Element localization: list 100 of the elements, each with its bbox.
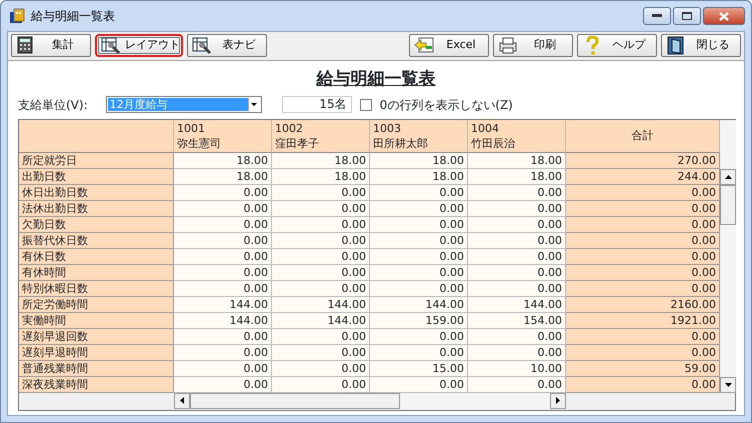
table-cell: 144.00 bbox=[174, 296, 272, 312]
toolbar-button[interactable]: Excel bbox=[409, 34, 489, 57]
table-cell: 0.00 bbox=[468, 376, 566, 392]
dropdown-caret-icon bbox=[251, 102, 258, 106]
maximize-icon bbox=[682, 12, 692, 20]
total-cell: 59.00 bbox=[566, 360, 720, 376]
table-cell: 0.00 bbox=[174, 248, 272, 264]
table-cell: 0.00 bbox=[272, 344, 370, 360]
total-cell: 0.00 bbox=[566, 200, 720, 216]
close-icon bbox=[719, 12, 729, 20]
table-cell: 0.00 bbox=[468, 184, 566, 200]
table-wrench-icon bbox=[101, 36, 121, 55]
total-cell: 244.00 bbox=[566, 168, 720, 184]
table-cell: 144.00 bbox=[174, 312, 272, 328]
scroll-up-button[interactable] bbox=[720, 168, 736, 184]
table-cell: 10.00 bbox=[468, 360, 566, 376]
table-cell: 0.00 bbox=[468, 280, 566, 296]
toolbar-button[interactable]: 表ナビ bbox=[187, 34, 267, 57]
toolbar-button[interactable]: ヘルプ bbox=[577, 34, 657, 57]
table-cell: 0.00 bbox=[272, 200, 370, 216]
table-cell: 0.00 bbox=[370, 344, 468, 360]
export-arrow-icon bbox=[414, 36, 434, 55]
row-label: 振替代休日数 bbox=[19, 232, 174, 248]
table-cell: 0.00 bbox=[370, 328, 468, 344]
row-label: 出勤日数 bbox=[19, 168, 174, 184]
toolbar-button[interactable]: レイアウト bbox=[95, 34, 183, 57]
app-icon bbox=[9, 8, 25, 24]
row-label: 欠勤日数 bbox=[19, 216, 174, 232]
table-cell: 0.00 bbox=[272, 264, 370, 280]
scroll-thumb[interactable] bbox=[190, 392, 400, 408]
printer-icon bbox=[498, 36, 518, 55]
total-cell: 0.00 bbox=[566, 328, 720, 344]
total-cell: 0.00 bbox=[566, 376, 720, 392]
table-cell: 144.00 bbox=[272, 312, 370, 328]
row-label: 有休時間 bbox=[19, 264, 174, 280]
table-cell: 0.00 bbox=[468, 232, 566, 248]
minimize-button[interactable] bbox=[643, 7, 671, 25]
table-cell: 0.00 bbox=[468, 216, 566, 232]
table-cell: 0.00 bbox=[272, 360, 370, 376]
down-arrow-icon bbox=[724, 382, 732, 386]
total-cell: 0.00 bbox=[566, 344, 720, 360]
vertical-scrollbar[interactable] bbox=[720, 120, 736, 392]
table-cell: 15.00 bbox=[370, 360, 468, 376]
report-title: 給与明細一覧表 bbox=[315, 68, 436, 91]
row-label: 普通残業時間 bbox=[19, 360, 174, 376]
table-cell: 154.00 bbox=[468, 312, 566, 328]
row-label: 特別休暇日数 bbox=[19, 280, 174, 296]
right-arrow-icon bbox=[556, 397, 560, 404]
column-header: 合計 bbox=[566, 120, 720, 152]
table-cell: 0.00 bbox=[174, 216, 272, 232]
scroll-left-button[interactable] bbox=[174, 392, 190, 408]
window-title: 給与明細一覧表 bbox=[31, 8, 115, 25]
up-arrow-icon bbox=[724, 174, 732, 178]
table-cell: 18.00 bbox=[174, 152, 272, 168]
checkbox-label: 0の行列を表示しない(Z) bbox=[380, 96, 513, 114]
table-cell: 0.00 bbox=[468, 264, 566, 280]
column-header: 1004 竹田辰治 bbox=[468, 120, 566, 152]
table-cell: 0.00 bbox=[370, 376, 468, 392]
table-cell: 0.00 bbox=[468, 328, 566, 344]
scroll-right-button[interactable] bbox=[550, 392, 566, 408]
scroll-down-button[interactable] bbox=[720, 376, 736, 392]
row-label: 所定就労日 bbox=[19, 152, 174, 168]
toolbar-button[interactable]: 印刷 bbox=[493, 34, 573, 57]
table-cell: 0.00 bbox=[370, 200, 468, 216]
table-cell: 159.00 bbox=[370, 312, 468, 328]
row-label: 法休出勤日数 bbox=[19, 200, 174, 216]
table-cell: 0.00 bbox=[370, 216, 468, 232]
table-cell: 0.00 bbox=[370, 184, 468, 200]
table-cell: 0.00 bbox=[174, 328, 272, 344]
table-cell: 0.00 bbox=[272, 248, 370, 264]
table-cell: 18.00 bbox=[272, 152, 370, 168]
total-cell: 0.00 bbox=[566, 232, 720, 248]
checkbox[interactable] bbox=[360, 98, 372, 110]
total-cell: 1921.00 bbox=[566, 312, 720, 328]
table-cell: 0.00 bbox=[272, 328, 370, 344]
total-cell: 0.00 bbox=[566, 184, 720, 200]
toolbar-button[interactable]: 閉じる bbox=[661, 34, 741, 57]
table-cell: 0.00 bbox=[468, 248, 566, 264]
column-header: 1002 窪田孝子 bbox=[272, 120, 370, 152]
table-cell: 18.00 bbox=[468, 152, 566, 168]
table-cell: 0.00 bbox=[174, 264, 272, 280]
table-cell: 0.00 bbox=[174, 280, 272, 296]
total-cell: 0.00 bbox=[566, 248, 720, 264]
table-cell: 0.00 bbox=[174, 360, 272, 376]
table-cell: 18.00 bbox=[272, 168, 370, 184]
table-cell: 18.00 bbox=[174, 168, 272, 184]
maximize-button[interactable] bbox=[673, 7, 701, 25]
row-label: 遅刻早退時間 bbox=[19, 344, 174, 360]
row-label: 有休日数 bbox=[19, 248, 174, 264]
employee-count: 15名 bbox=[282, 96, 352, 113]
total-cell: 0.00 bbox=[566, 264, 720, 280]
close-button[interactable] bbox=[703, 7, 745, 25]
toolbar-button[interactable]: 集計 bbox=[11, 34, 91, 57]
column-header: 1003 田所耕太郎 bbox=[370, 120, 468, 152]
table-cell: 0.00 bbox=[174, 184, 272, 200]
table-cell: 0.00 bbox=[272, 184, 370, 200]
scroll-thumb[interactable] bbox=[720, 184, 736, 224]
total-cell: 2160.00 bbox=[566, 296, 720, 312]
row-label: 実働時間 bbox=[19, 312, 174, 328]
table-cell: 0.00 bbox=[272, 376, 370, 392]
